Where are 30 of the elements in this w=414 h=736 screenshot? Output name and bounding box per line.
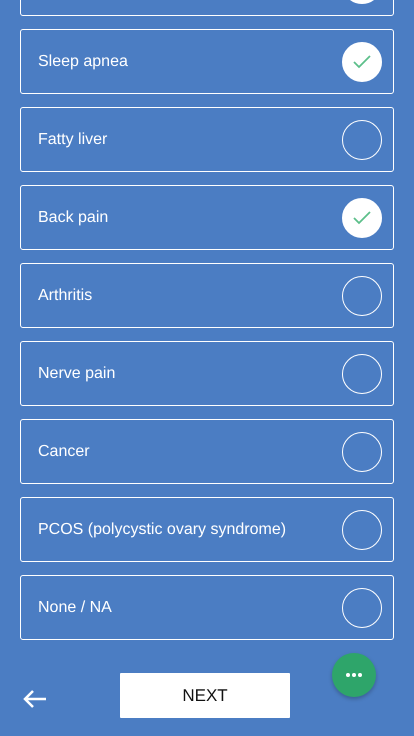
option-row[interactable]: Fatty liver xyxy=(20,107,394,172)
option-row[interactable]: Cancer xyxy=(20,419,394,484)
option-label: Nerve pain xyxy=(38,364,116,384)
option-label: Back pain xyxy=(38,208,108,228)
option-label: Cancer xyxy=(38,442,90,462)
back-arrow-icon xyxy=(22,688,48,709)
checkmark-icon xyxy=(353,54,371,68)
empty-circle[interactable] xyxy=(342,354,382,394)
empty-circle[interactable] xyxy=(342,432,382,472)
option-row[interactable]: PCOS (polycystic ovary syndrome) xyxy=(20,497,394,562)
chat-button[interactable] xyxy=(332,653,376,697)
empty-circle[interactable] xyxy=(342,120,382,160)
option-label: Fatty liver xyxy=(38,130,108,150)
next-button[interactable]: NEXT xyxy=(120,673,290,718)
empty-circle[interactable] xyxy=(342,510,382,550)
option-label: Sleep apnea xyxy=(38,52,128,72)
checkmark-icon xyxy=(353,210,371,224)
option-row[interactable]: None / NA xyxy=(20,575,394,640)
option-label: PCOS (polycystic ovary syndrome) xyxy=(38,520,286,540)
option-label: Arthritis xyxy=(38,286,92,306)
empty-circle[interactable] xyxy=(342,588,382,628)
checked-circle[interactable] xyxy=(342,42,382,82)
chat-dots-icon xyxy=(346,672,362,677)
option-label: None / NA xyxy=(38,598,112,618)
option-row[interactable]: Nerve pain xyxy=(20,341,394,406)
checked-circle[interactable] xyxy=(342,198,382,238)
empty-circle[interactable] xyxy=(342,276,382,316)
option-row[interactable]: Sleep apnea xyxy=(20,29,394,94)
option-row[interactable]: Arthritis xyxy=(20,263,394,328)
option-row[interactable]: Back pain xyxy=(20,185,394,250)
